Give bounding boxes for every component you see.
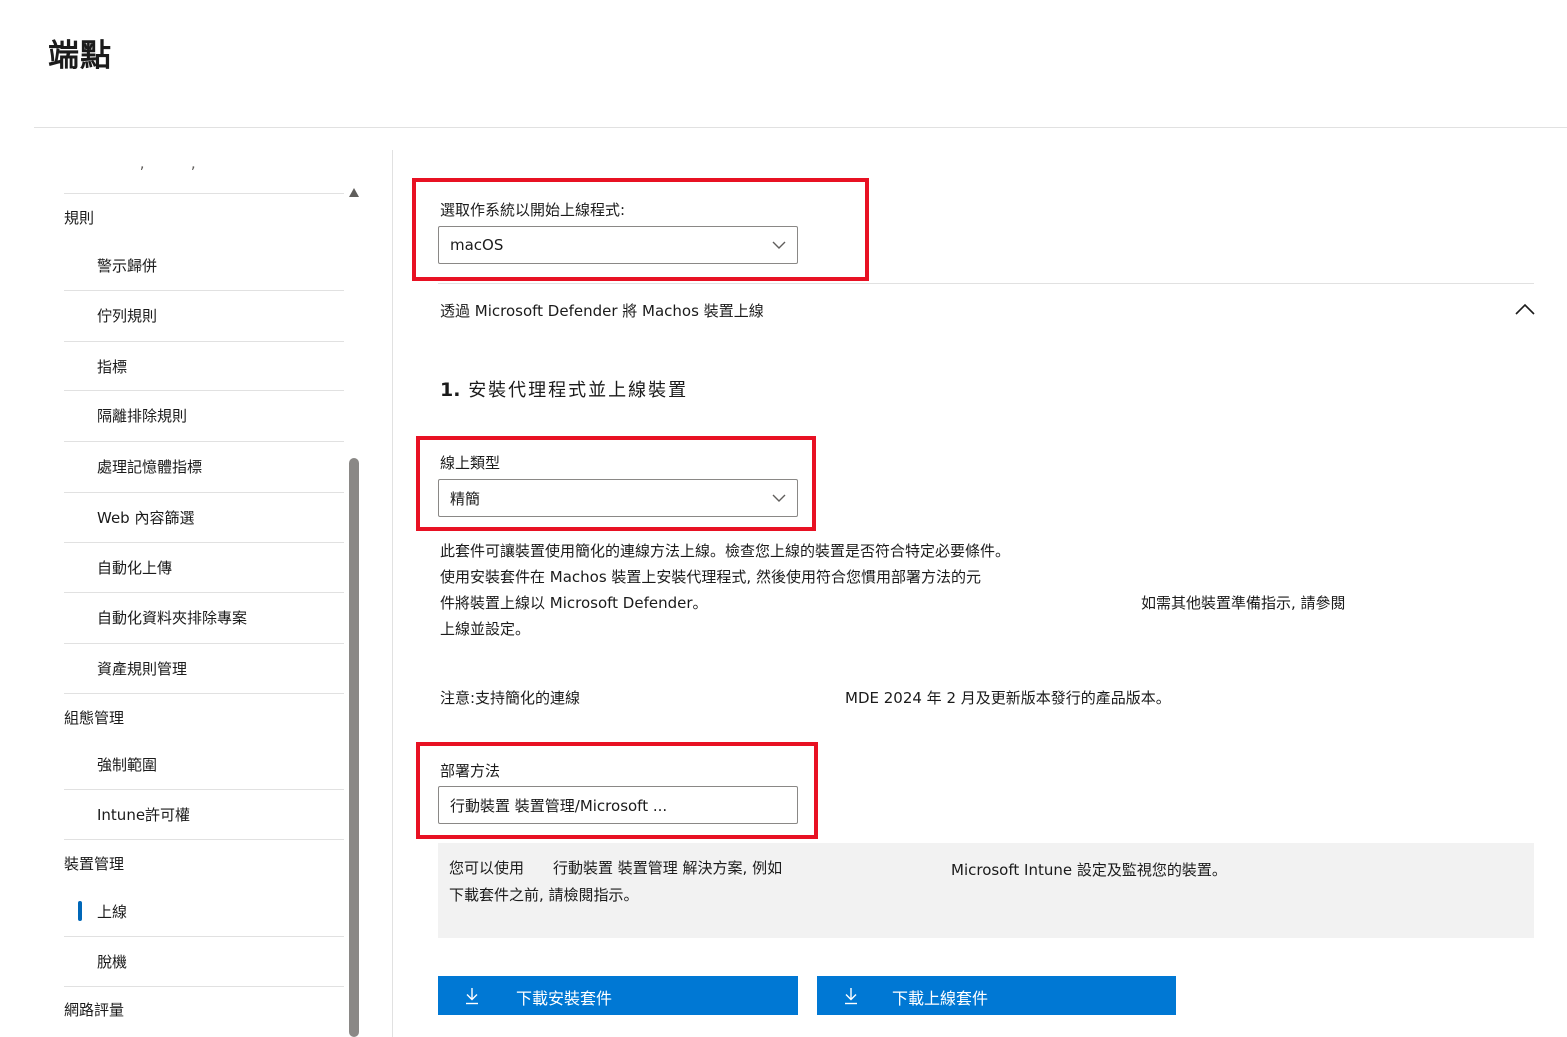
sidebar-item-indicators[interactable]: 指標 [64, 341, 344, 391]
sidebar-item-intune-permissions[interactable]: Intune許可權 [64, 789, 344, 839]
sidebar-item-process-memory[interactable]: 處理記憶體指標 [64, 441, 344, 491]
chevron-down-icon [772, 241, 786, 249]
deployment-method-value: 行動裝置 裝置管理/Microsoft ... [450, 796, 668, 815]
chevron-down-icon [772, 494, 786, 502]
download-icon [466, 988, 478, 1005]
info-line-1b: 行動裝置 裝置管理 解決方案, 例如 [553, 859, 783, 877]
sidebar-group-network-assessment: 網路評量 [64, 1001, 125, 1019]
description-line-3: 件將裝置上線以 Microsoft Defender。 [440, 594, 708, 612]
step-heading: 1. 安裝代理程式並上線裝置 [440, 379, 689, 401]
sidebar-group-configuration: 組態管理 [64, 709, 125, 727]
sidebar-item-automated-upload[interactable]: 自動化上傳 [64, 542, 344, 592]
download-onboarding-package-button[interactable]: 下載上線套件 [817, 976, 1176, 1015]
sidebar-cut-item: — , · , [64, 166, 344, 180]
sidebar-group-rules: 規則 [64, 209, 95, 227]
info-line-1c: Microsoft Intune 設定及監視您的裝置。 [951, 861, 1227, 879]
sidebar-divider [64, 193, 344, 194]
sidebar-item-onboarding[interactable]: 上線 [64, 886, 344, 936]
sidebar-item-enforcement-scope[interactable]: 強制範圍 [64, 739, 344, 789]
sidebar-group-device-management: 裝置管理 [64, 855, 125, 873]
deployment-method-label: 部署方法 [440, 762, 501, 780]
os-select-value: macOS [450, 236, 504, 254]
sidebar-divider [64, 839, 344, 840]
sidebar-item-queue-rules[interactable]: 佇列規則 [64, 290, 344, 340]
active-indicator [78, 901, 82, 921]
sidebar-scrollbar-thumb[interactable] [349, 458, 359, 1037]
deployment-method-select[interactable]: 行動裝置 裝置管理/Microsoft ... [438, 786, 798, 824]
info-line-2: 下載套件之前, 請檢閱指示。 [449, 886, 639, 904]
onboarding-type-value: 精簡 [450, 489, 481, 508]
onboarding-type-select[interactable]: 精簡 [438, 479, 798, 517]
sidebar-item-isolation-exclusion[interactable]: 隔離排除規則 [64, 390, 344, 440]
sidebar-item-asset-rules[interactable]: 資產規則管理 [64, 643, 344, 693]
description-line-2: 使用安裝套件在 Machos 裝置上安裝代理程式, 然後使用符合您慣用部署方法的… [440, 568, 981, 586]
sidebar-divider [64, 986, 344, 987]
title-divider [34, 127, 1567, 128]
onboarding-type-label: 線上類型 [440, 454, 501, 472]
sidebar-item-folder-exclusions[interactable]: 自動化資料夾排除專案 [64, 592, 344, 642]
chevron-up-icon[interactable] [1514, 300, 1536, 318]
os-select-label: 選取作系統以開始上線程式: [440, 201, 626, 219]
description-line-4[interactable]: 上線並設定。 [440, 618, 530, 639]
sidebar-item-web-content-filtering[interactable]: Web 內容篩選 [64, 492, 344, 542]
note-left: 注意:支持簡化的連線 [440, 689, 581, 707]
description-line-1: 此套件可讓裝置使用簡化的連線方法上線。檢查您上線的裝置是否符合特定必要條件。 [440, 542, 1011, 560]
sidebar-divider [64, 693, 344, 694]
sidebar-border [392, 150, 393, 1037]
accordion-header[interactable]: 透過 Microsoft Defender 將 Machos 裝置上線 [440, 300, 764, 321]
info-line-1a: 您可以使用 [449, 859, 525, 877]
accordion-divider [438, 283, 1534, 284]
note-right: MDE 2024 年 2 月及更新版本發行的產品版本。 [845, 689, 1171, 707]
page-title: 端點 [48, 38, 112, 74]
scroll-up-icon[interactable] [349, 188, 359, 197]
download-icon [845, 988, 857, 1005]
download-install-package-button[interactable]: 下載安裝套件 [438, 976, 798, 1015]
sidebar-item-alert-suppression[interactable]: 警示歸併 [64, 240, 344, 290]
os-select[interactable]: macOS [438, 226, 798, 264]
description-see-more: 如需其他裝置準備指示, 請參閱 [1141, 594, 1346, 612]
sidebar-item-offboarding[interactable]: 脫機 [64, 936, 344, 986]
